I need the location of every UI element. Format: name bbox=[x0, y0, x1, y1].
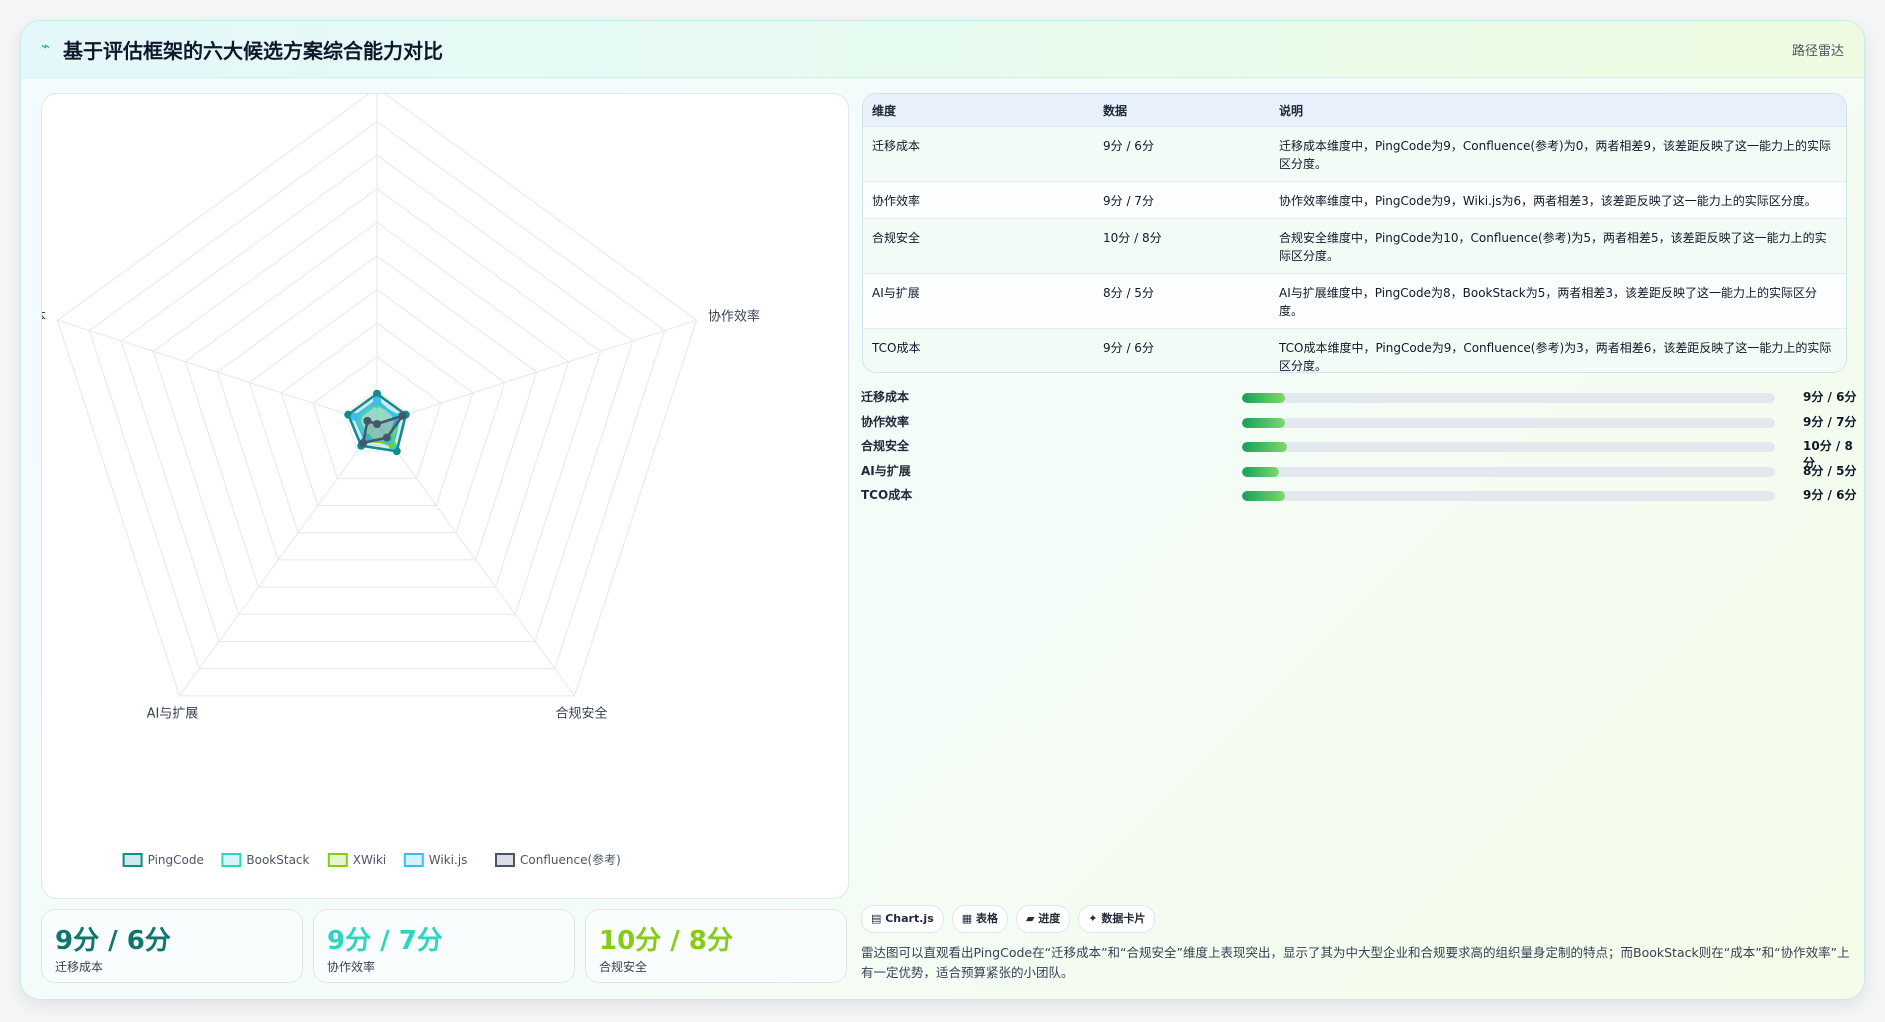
chip-progress[interactable]: ▰ 进度 bbox=[1015, 905, 1071, 933]
legend-label: XWiki bbox=[353, 853, 386, 867]
kpi-label: 合规安全 bbox=[599, 960, 648, 974]
data-point bbox=[398, 411, 407, 420]
progress-row: 合规安全 10分 / 8分 bbox=[861, 434, 1857, 470]
table-cell: 协作效率维度中，PingCode为9，Wiki.js为6，两者相差3，该差距反映… bbox=[1270, 181, 1846, 219]
data-table: 维度 数据 说明 迁移成本 9分 / 6分 迁移成本维度中，PingCode为9… bbox=[862, 93, 1847, 373]
table-cell: 迁移成本 bbox=[863, 126, 1094, 182]
progress-label: 迁移成本 bbox=[861, 390, 910, 404]
main-card: ⌁ 基于评估框架的六大候选方案综合能力对比 路径雷达 迁移成本协作效率合规安全A… bbox=[20, 20, 1865, 1000]
legend-label: Confluence(参考) bbox=[520, 852, 621, 867]
table-cell: 9分 / 6分 bbox=[1094, 328, 1270, 372]
kpi-value: 9分 / 7分 bbox=[327, 926, 443, 956]
progress-fill bbox=[1242, 393, 1285, 403]
radar-chart-panel: 迁移成本协作效率合规安全AI与扩展TCO成本PingCodeBookStackX… bbox=[41, 93, 849, 899]
chip-table[interactable]: ▦ 表格 bbox=[951, 905, 1008, 933]
table-row: 合规安全 10分 / 8分 合规安全维度中，PingCode为10，Conflu… bbox=[863, 218, 1846, 274]
card-icon: ✦ bbox=[1088, 912, 1102, 925]
progress-track bbox=[1242, 491, 1775, 501]
grid-spoke bbox=[57, 319, 378, 425]
progress-track bbox=[1242, 417, 1775, 428]
axis-label: 合规安全 bbox=[556, 706, 608, 722]
table-row: 协作效率 9分 / 7分 协作效率维度中，PingCode为9，Wiki.js为… bbox=[863, 181, 1846, 219]
progress-list: 迁移成本 9分 / 6分 协作效率 9分 / 7分 合规安全 10分 / 8分 … bbox=[861, 385, 1857, 508]
data-point bbox=[382, 433, 391, 442]
progress-row: AI与扩展 8分 / 5分 bbox=[861, 459, 1857, 484]
page-title: 基于评估框架的六大候选方案综合能力对比 bbox=[63, 39, 443, 63]
table-row: 迁移成本 9分 / 6分 迁移成本维度中，PingCode为9，Confluen… bbox=[863, 126, 1846, 182]
table-cell: 10分 / 8分 bbox=[1094, 218, 1270, 274]
kpi-value: 10分 / 8分 bbox=[599, 926, 733, 956]
progress-icon: ▰ bbox=[1025, 912, 1039, 925]
progress-value: 9分 / 6分 bbox=[1803, 488, 1857, 502]
table-row: AI与扩展 8分 / 5分 AI与扩展维度中，PingCode为8，BookSt… bbox=[863, 273, 1846, 329]
progress-row: TCO成本 9分 / 6分 bbox=[861, 483, 1857, 508]
legend-swatch bbox=[495, 853, 515, 867]
progress-track bbox=[1242, 466, 1775, 477]
progress-row: 协作效率 9分 / 7分 bbox=[861, 410, 1857, 435]
table-cell: 协作效率 bbox=[863, 181, 1094, 219]
legend-label: BookStack bbox=[246, 853, 309, 867]
header-tag: 路径雷达 bbox=[1791, 44, 1844, 59]
axis-label: 协作效率 bbox=[708, 308, 760, 324]
axis-label: AI与扩展 bbox=[147, 707, 199, 722]
table-header-description: 说明 bbox=[1270, 94, 1846, 127]
progress-label: TCO成本 bbox=[861, 488, 913, 502]
header: ⌁ 基于评估框架的六大候选方案综合能力对比 路径雷达 bbox=[21, 21, 1864, 78]
progress-fill bbox=[1242, 491, 1285, 501]
legend-label: PingCode bbox=[148, 853, 204, 867]
legend-swatch bbox=[122, 853, 143, 867]
kpi-card-migration: 9分 / 6分 迁移成本 bbox=[41, 909, 303, 983]
progress-track bbox=[1242, 393, 1775, 403]
progress-row: 迁移成本 9分 / 6分 bbox=[861, 385, 1857, 410]
summary-note: 雷达图可以直观看出PingCode在“迁移成本”和“合规安全”维度上表现突出，显… bbox=[861, 945, 1850, 980]
table-cell: 合规安全 bbox=[863, 218, 1094, 274]
table-cell: 迁移成本维度中，PingCode为9，Confluence(参考)为0，两者相差… bbox=[1270, 126, 1846, 182]
progress-label: AI与扩展 bbox=[861, 463, 911, 478]
tech-chips: ▤ Chart.js ▦ 表格 ▰ 进度 ✦ 数据卡片 bbox=[861, 905, 1163, 933]
data-point bbox=[363, 416, 372, 425]
kpi-value: 9分 / 6分 bbox=[55, 926, 171, 956]
data-point bbox=[373, 420, 381, 428]
axis-label: TCO成本 bbox=[42, 309, 46, 324]
progress-label: 协作效率 bbox=[861, 414, 910, 429]
progress-value: 9分 / 7分 bbox=[1803, 414, 1857, 429]
chart-line-icon: ⌁ bbox=[41, 37, 51, 55]
progress-fill bbox=[1242, 466, 1280, 477]
table-cell: 8分 / 5分 bbox=[1094, 273, 1270, 329]
chart-icon: ▤ bbox=[871, 912, 886, 925]
data-point bbox=[373, 396, 381, 405]
table-cell: TCO成本维度中，PingCode为9，Confluence(参考)为3，两者相… bbox=[1270, 328, 1846, 372]
progress-value: 9分 / 6分 bbox=[1803, 390, 1857, 404]
kpi-card-compliance: 10分 / 8分 合规安全 bbox=[585, 909, 847, 983]
progress-value: 8分 / 5分 bbox=[1803, 463, 1857, 478]
table-cell: AI与扩展维度中，PingCode为8，BookStack为5，两者相差3，该差… bbox=[1270, 273, 1846, 329]
table-cell: AI与扩展 bbox=[863, 273, 1094, 329]
legend-swatch bbox=[221, 853, 242, 867]
grid-spoke bbox=[376, 319, 697, 425]
legend-label: Wiki.js bbox=[429, 853, 468, 867]
table-cell: TCO成本 bbox=[863, 328, 1094, 372]
table-cell: 9分 / 7分 bbox=[1094, 181, 1270, 219]
data-point bbox=[359, 439, 368, 448]
legend-swatch bbox=[327, 853, 348, 867]
table-cell: 9分 / 6分 bbox=[1094, 126, 1270, 182]
chip-chartjs[interactable]: ▤ Chart.js bbox=[861, 905, 944, 933]
table-cell: 合规安全维度中，PingCode为10，Confluence(参考)为5，两者相… bbox=[1270, 218, 1846, 274]
progress-label: 合规安全 bbox=[861, 439, 910, 453]
progress-track bbox=[1242, 442, 1775, 452]
kpi-card-collaboration: 9分 / 7分 协作效率 bbox=[313, 909, 575, 983]
progress-fill bbox=[1242, 417, 1285, 428]
kpi-label: 迁移成本 bbox=[55, 960, 104, 974]
radar-chart: 迁移成本协作效率合规安全AI与扩展TCO成本PingCodeBookStackX… bbox=[42, 94, 760, 867]
legend-swatch bbox=[403, 853, 424, 867]
table-header-data: 数据 bbox=[1094, 94, 1270, 127]
progress-fill bbox=[1242, 442, 1288, 452]
kpi-label: 协作效率 bbox=[327, 960, 376, 974]
table-header-dimension: 维度 bbox=[863, 94, 1094, 127]
table-row: TCO成本 9分 / 6分 TCO成本维度中，PingCode为9，Conflu… bbox=[863, 328, 1846, 372]
chip-data-card[interactable]: ✦ 数据卡片 bbox=[1078, 905, 1156, 933]
data-point bbox=[350, 412, 359, 421]
table-icon: ▦ bbox=[961, 912, 976, 925]
